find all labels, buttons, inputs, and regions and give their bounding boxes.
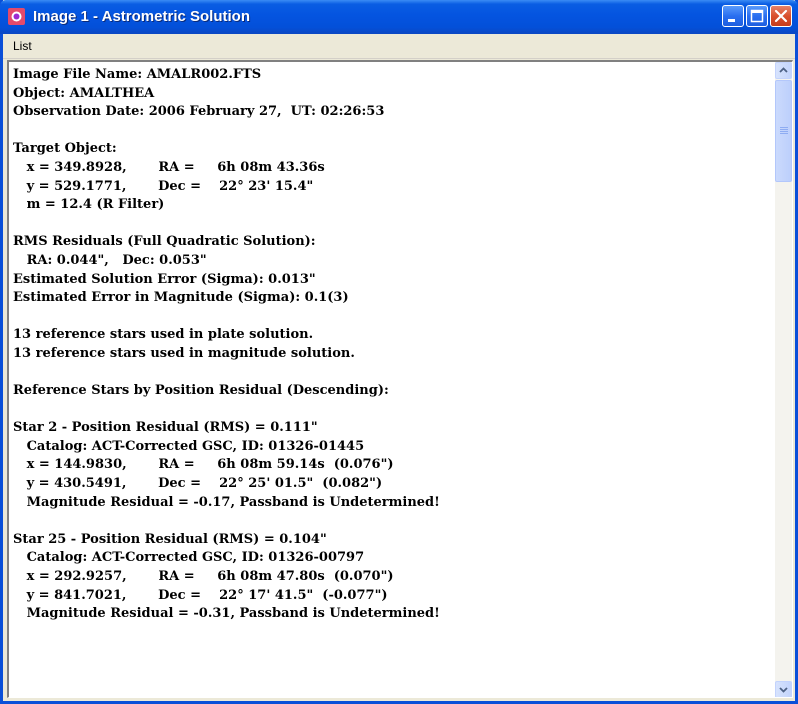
report-line: Estimated Error in Magnitude (Sigma): 0.…	[13, 290, 349, 306]
close-button[interactable]	[770, 5, 792, 27]
report-line: Catalog: ACT-Corrected GSC, ID: 01326-01…	[13, 438, 365, 454]
report-line: Magnitude Residual = -0.31, Passband is …	[13, 606, 440, 622]
grip-line	[780, 129, 788, 130]
menu-item-list[interactable]: List	[13, 39, 32, 53]
report-line: Magnitude Residual = -0.17, Passband is …	[13, 494, 440, 510]
report-line: 13 reference stars used in magnitude sol…	[13, 345, 355, 361]
report-line: Catalog: ACT-Corrected GSC, ID: 01326-00…	[13, 550, 365, 566]
report-line: Image File Name: AMALR002.FTS	[13, 67, 262, 82]
menu-bar: List	[3, 34, 795, 59]
report-line	[13, 308, 773, 327]
report-line	[13, 122, 773, 141]
report-line	[13, 401, 773, 420]
report-line: y = 430.5491, Dec = 22° 25' 01.5" (0.082…	[13, 476, 383, 492]
grip-line	[780, 133, 788, 134]
scroll-down-button[interactable]	[775, 681, 792, 697]
report-line: m = 12.4 (R Filter)	[13, 197, 165, 213]
maximize-button[interactable]	[746, 5, 768, 27]
report-line: Target Object:	[13, 141, 117, 157]
maximize-icon	[750, 9, 764, 23]
report-line: Estimated Solution Error (Sigma): 0.013"	[13, 271, 316, 287]
minimize-button[interactable]	[722, 5, 744, 27]
astrometric-solution-window: Image 1 - Astrometric Solution List Imag…	[0, 0, 798, 704]
report-line: x = 144.9830, RA = 6h 08m 59.14s (0.076"…	[13, 457, 394, 473]
report-text: Image File Name: AMALR002.FTS Object: AMA…	[13, 66, 773, 624]
grip-line	[780, 127, 788, 128]
report-line: x = 349.8928, RA = 6h 08m 43.36s	[13, 159, 325, 175]
scroll-up-button[interactable]	[775, 62, 792, 79]
report-line: 13 reference stars used in plate solutio…	[13, 327, 314, 343]
report-line: Star 25 - Position Residual (RMS) = 0.10…	[13, 531, 327, 547]
report-line: RMS Residuals (Full Quadratic Solution):	[13, 234, 316, 250]
report-line: y = 529.1771, Dec = 22° 23' 15.4"	[13, 178, 314, 194]
report-line: Star 2 - Position Residual (RMS) = 0.111…	[13, 420, 318, 436]
close-icon	[774, 9, 788, 23]
report-text-view[interactable]: Image File Name: AMALR002.FTS Object: AMA…	[7, 60, 793, 698]
report-line	[13, 364, 773, 383]
report-line: RA: 0.044", Dec: 0.053"	[13, 252, 207, 268]
scroll-thumb[interactable]	[775, 80, 792, 182]
chevron-down-icon	[779, 687, 788, 693]
report-line: Observation Date: 2006 February 27, UT: …	[13, 104, 385, 120]
report-line: Reference Stars by Position Residual (De…	[13, 383, 389, 399]
grip-line	[780, 131, 788, 132]
report-line	[13, 215, 773, 234]
report-line: Object: AMALTHEA	[13, 85, 155, 101]
chevron-up-icon	[779, 67, 788, 73]
report-line: x = 292.9257, RA = 6h 08m 47.80s (0.070"…	[13, 569, 394, 585]
report-line: y = 841.7021, Dec = 22° 17' 41.5" (-0.07…	[13, 587, 388, 603]
report-line	[13, 512, 773, 531]
window-title: Image 1 - Astrometric Solution	[33, 8, 250, 25]
title-bar[interactable]: Image 1 - Astrometric Solution	[0, 0, 798, 34]
vertical-scrollbar[interactable]	[775, 62, 792, 697]
app-icon	[8, 8, 25, 25]
minimize-icon	[728, 19, 735, 22]
